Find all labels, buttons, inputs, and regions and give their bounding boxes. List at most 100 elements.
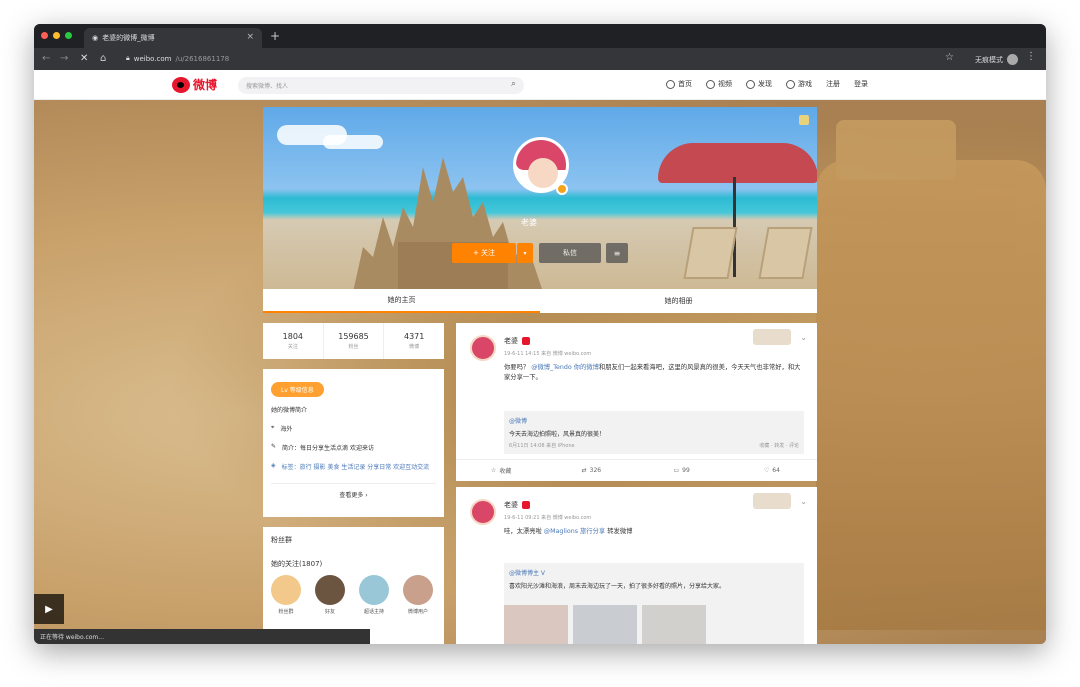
action-label: 99 <box>682 467 690 474</box>
post-avatar[interactable] <box>470 499 496 525</box>
avatar <box>271 575 301 605</box>
repost-icon: ⇄ <box>581 467 587 474</box>
repost-body: 今天去海边拍照啦，风景真的很美！ <box>509 431 606 438</box>
stat-posts[interactable]: 4371 微博 <box>384 323 444 359</box>
post-image[interactable] <box>573 605 637 644</box>
cover-settings-icon[interactable] <box>799 115 809 125</box>
play-icon[interactable]: ▶ <box>34 594 64 624</box>
follow-button[interactable]: + 关注 <box>452 243 516 263</box>
repost-images <box>504 605 706 644</box>
url-field[interactable]: 🔒︎ weibo.com/u/2616861178 <box>126 54 229 63</box>
mention-link[interactable]: @微博_Tendo 你的微博 <box>531 364 599 371</box>
nav-home[interactable]: 首页 <box>666 79 692 89</box>
following-user[interactable]: 超话主持 <box>359 575 389 615</box>
user-name: 微博用户 <box>407 609 428 615</box>
post-text: 哇，太漂亮啦 @Maglions 旅行分享 转发微博 <box>504 527 804 537</box>
minimize-window-icon[interactable] <box>53 32 60 39</box>
following-user[interactable]: 微博用户 <box>403 575 433 615</box>
post-text-body: 转发微博 <box>607 528 633 535</box>
browser-menu-icon[interactable]: ⋮ <box>1026 51 1036 62</box>
lock-icon: 🔒︎ <box>126 54 130 62</box>
beach-chair <box>758 227 813 279</box>
nav-discover-label: 发现 <box>758 80 772 88</box>
profile-cover: 老婆 + 关注 ▾ 私信 ≡ <box>263 107 817 289</box>
location-text: 海外 <box>280 426 293 433</box>
post-text: 你要吗？ @微博_Tendo 你的微博和朋友们一起来看海吧，这里的风景真的很美，… <box>504 363 804 383</box>
nav-games[interactable]: 游戏 <box>786 79 812 89</box>
tab-title: 老婆的微博_微博 <box>102 34 155 42</box>
search-icon[interactable]: ⌕ <box>511 79 516 89</box>
browser-tab[interactable]: ◉ 老婆的微博_微博 × <box>84 28 262 48</box>
user-name: 好友 <box>324 609 335 615</box>
bio-text: 简介：每日分享生活点滴 欢迎来访 <box>282 445 374 452</box>
like-button[interactable]: ♡ 64 <box>727 460 817 481</box>
nav-register[interactable]: 注册 <box>826 79 840 89</box>
maximize-window-icon[interactable] <box>65 32 72 39</box>
nav-discover[interactable]: 发现 <box>746 79 772 89</box>
profile-stats: 1804 关注 159685 粉丝 4371 微博 <box>263 323 444 359</box>
following-list: 粉丝群 好友 超话主持 微博用户 <box>271 575 436 615</box>
level-pill[interactable]: Lv 等级信息 <box>271 382 324 397</box>
nav-video[interactable]: 视频 <box>706 79 732 89</box>
following-count[interactable]: 她的关注(1807) <box>271 559 436 569</box>
avatar-face <box>528 158 558 188</box>
close-window-icon[interactable] <box>41 32 48 39</box>
post-avatar[interactable] <box>470 335 496 361</box>
chevron-down-icon[interactable]: ⌄ <box>800 497 807 506</box>
mention-link[interactable]: @Maglions 旅行分享 <box>544 528 605 535</box>
favorite-button[interactable]: ☆ 收藏 <box>456 460 546 481</box>
following-user[interactable]: 粉丝群 <box>271 575 301 615</box>
weibo-eye-icon <box>172 76 190 93</box>
repost-stat[interactable]: 转发 <box>774 443 784 449</box>
nav-login[interactable]: 登录 <box>854 79 868 89</box>
fans-title: 粉丝群 <box>271 536 292 544</box>
vip-badge-icon <box>522 501 530 509</box>
back-icon[interactable]: ← <box>42 53 50 64</box>
feed-post: 老婆 19-6-11 14:15 来自 微博 weibo.com ⌄ 你要吗？ … <box>456 323 817 481</box>
video-icon <box>706 79 715 89</box>
stop-icon[interactable]: ✕ <box>80 53 88 64</box>
post-card-decoration <box>753 329 791 345</box>
avatar <box>315 575 345 605</box>
post-image[interactable] <box>504 605 568 644</box>
repost-stat[interactable]: 评论 <box>789 443 799 449</box>
post-author[interactable]: 老婆 <box>504 500 530 510</box>
following-user[interactable]: 好友 <box>315 575 345 615</box>
repost-button[interactable]: ⇄ 326 <box>546 460 636 481</box>
chevron-down-icon[interactable]: ⌄ <box>800 333 807 342</box>
search-input[interactable]: 搜索微博、找人 ⌕ <box>238 77 524 94</box>
incognito-indicator[interactable]: 无痕模式 <box>975 54 1018 65</box>
incognito-icon <box>1007 54 1018 65</box>
view-more-link[interactable]: 查看更多 › <box>271 483 436 499</box>
follow-dropdown-button[interactable]: ▾ <box>517 243 533 263</box>
tab-album[interactable]: 她的相册 <box>540 289 817 313</box>
post-text-pre: 你要吗？ <box>504 364 530 371</box>
repost-author[interactable]: @微博博主 V <box>509 568 799 577</box>
incognito-label: 无痕模式 <box>975 55 1003 64</box>
tab-homepage[interactable]: 她的主页 <box>263 289 540 313</box>
new-tab-icon[interactable]: + <box>270 29 280 43</box>
bookmark-star-icon[interactable]: ☆ <box>945 52 954 63</box>
stat-followers[interactable]: 159685 粉丝 <box>324 323 385 359</box>
close-tab-icon[interactable]: × <box>246 32 254 42</box>
post-actions: ☆ 收藏 ⇄ 326 ▭ 99 ♡ 64 <box>456 459 817 481</box>
stat-following[interactable]: 1804 关注 <box>263 323 324 359</box>
message-button[interactable]: 私信 <box>539 243 601 263</box>
tags-row[interactable]: ◈ 标签：旅行 摄影 美食 生活记录 分享日常 欢迎互动交流 <box>271 462 436 471</box>
page-viewport: 微博 搜索微博、找人 ⌕ 首页 视频 发现 游戏 注册 登录 老婆 + 关注 ▾… <box>34 70 1046 644</box>
tab-bar: ◉ 老婆的微博_微博 × + <box>34 24 1046 48</box>
author-name: 老婆 <box>504 501 518 509</box>
post-author[interactable]: 老婆 <box>504 336 530 346</box>
forward-icon[interactable]: → <box>60 53 68 64</box>
post-image[interactable] <box>642 605 706 644</box>
address-bar: ← → ✕ ⌂ 🔒︎ weibo.com/u/2616861178 ☆ 无痕模式… <box>34 48 1046 70</box>
weibo-logo[interactable]: 微博 <box>172 76 217 93</box>
home-icon[interactable]: ⌂ <box>100 53 106 64</box>
repost-author[interactable]: @微博 <box>509 416 799 425</box>
reposted-content[interactable]: @微博 今天去海边拍照啦，风景真的很美！ 6月11日 14:08 来自 iPho… <box>504 411 804 454</box>
logo-text: 微博 <box>193 78 218 92</box>
comment-button[interactable]: ▭ 99 <box>637 460 727 481</box>
action-label: 收藏 <box>499 468 512 475</box>
repost-stat[interactable]: 收藏 <box>759 443 769 449</box>
more-menu-button[interactable]: ≡ <box>606 243 628 263</box>
